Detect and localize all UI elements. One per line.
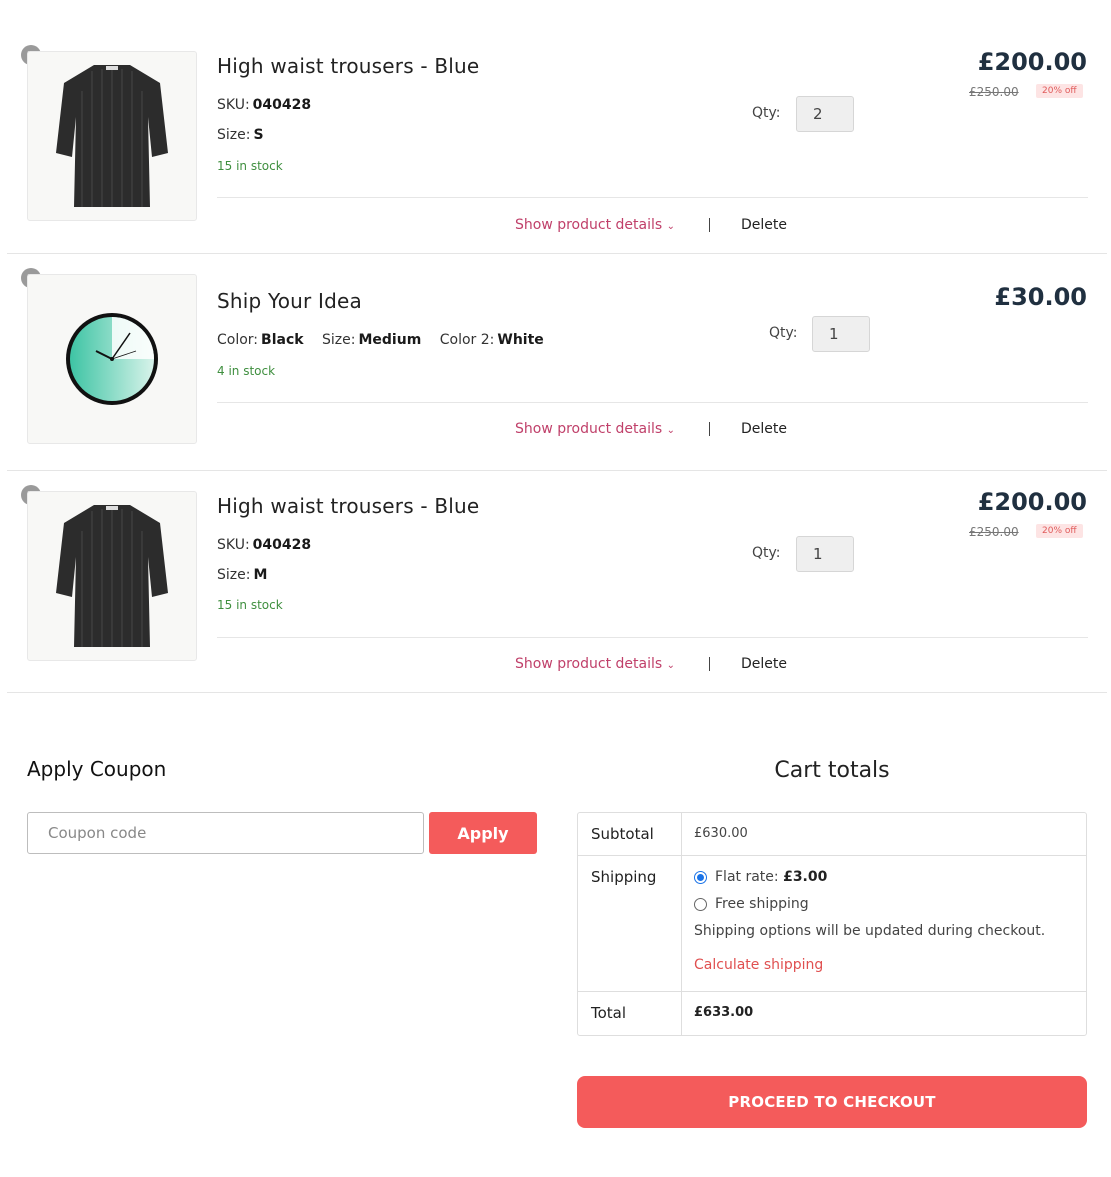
quantity-input[interactable]: 1	[812, 316, 870, 352]
delete-link[interactable]: Delete	[741, 656, 787, 672]
dress-icon	[56, 505, 168, 647]
color2-value: White	[497, 332, 544, 348]
shipping-options: Flat rate: £3.00 Free shipping Shipping …	[682, 856, 1086, 991]
discount-badge: 20% off	[1036, 524, 1083, 538]
coupon-input[interactable]	[27, 812, 424, 854]
product-sku: SKU: 040428	[217, 537, 311, 553]
size-value: S	[253, 127, 264, 143]
flat-rate-radio[interactable]	[694, 870, 707, 884]
item-price: £200.00	[977, 48, 1087, 76]
size-value: Medium	[358, 332, 422, 348]
size-label: Size:	[322, 332, 356, 348]
sku-value: 040428	[252, 537, 312, 553]
size-label: Size:	[217, 127, 251, 143]
product-image[interactable]	[27, 491, 197, 661]
total-row: Total £633.00	[578, 992, 1086, 1035]
flat-rate-value: £3.00	[783, 869, 828, 885]
original-price: £250.00	[969, 85, 1019, 99]
size-attribute: Size: Medium	[322, 332, 421, 348]
shipping-label: Shipping	[578, 856, 682, 991]
item-price: £30.00	[994, 283, 1087, 311]
product-size: Size: M	[217, 567, 267, 583]
chevron-down-icon: ⌄	[666, 660, 676, 671]
qty-label: Qty:	[769, 325, 798, 341]
color2-label: Color 2:	[439, 332, 495, 348]
item-price: £200.00	[977, 488, 1087, 516]
flat-rate-option[interactable]: Flat rate: £3.00	[694, 869, 1074, 885]
stock-status: 15 in stock	[217, 159, 283, 173]
color-attribute: Color: Black	[217, 332, 304, 348]
shipping-row: Shipping Flat rate: £3.00 Free shipping …	[578, 856, 1086, 992]
show-details-link[interactable]: Show product details ⌄	[515, 421, 675, 437]
dress-icon	[56, 65, 168, 207]
show-details-label: Show product details	[515, 421, 663, 437]
product-name[interactable]: High waist trousers - Blue	[217, 54, 479, 78]
chevron-down-icon: ⌄	[666, 425, 676, 436]
color2-attribute: Color 2: White	[440, 332, 544, 348]
subtotal-label: Subtotal	[578, 813, 682, 855]
size-label: Size:	[217, 567, 251, 583]
sku-label: SKU:	[217, 537, 250, 553]
cart-item: ✕ Ship Your Idea Color:Black Size:Medium…	[7, 254, 1107, 471]
cart-totals-table: Subtotal £630.00 Shipping Flat rate: £3.…	[577, 812, 1087, 1036]
product-size: Size: S	[217, 127, 264, 143]
proceed-to-checkout-button[interactable]: PROCEED TO CHECKOUT	[577, 1076, 1087, 1128]
subtotal-value: £630.00	[694, 826, 748, 841]
product-attributes: Color: Black Size: Medium Color 2: White	[217, 332, 558, 348]
quantity-input[interactable]: 2	[796, 96, 854, 132]
quantity-input[interactable]: 1	[796, 536, 854, 572]
calculate-shipping-link[interactable]: Calculate shipping	[694, 957, 1074, 973]
show-details-label: Show product details	[515, 656, 663, 672]
divider	[217, 637, 1088, 638]
original-price: £250.00	[969, 525, 1019, 539]
delete-link[interactable]: Delete	[741, 421, 787, 437]
qty-label: Qty:	[752, 545, 781, 561]
product-name[interactable]: Ship Your Idea	[217, 289, 362, 313]
separator	[709, 422, 710, 436]
divider	[217, 197, 1088, 198]
free-shipping-radio[interactable]	[694, 897, 707, 911]
free-shipping-label: Free shipping	[715, 896, 809, 912]
sku-label: SKU:	[217, 97, 250, 113]
coupon-title: Apply Coupon	[27, 757, 167, 781]
color-value: Black	[261, 332, 304, 348]
cart-item: ✕ High waist trousers - Blue SKU:040428 …	[7, 471, 1107, 693]
total-value: £633.00	[694, 1005, 754, 1020]
cart-totals-title: Cart totals	[774, 758, 890, 783]
show-details-link[interactable]: Show product details ⌄	[515, 217, 675, 233]
stock-status: 4 in stock	[217, 364, 276, 378]
clock-icon	[66, 313, 158, 405]
discount-badge: 20% off	[1036, 84, 1083, 98]
chevron-down-icon: ⌄	[666, 221, 676, 232]
show-details-label: Show product details	[515, 217, 663, 233]
product-image[interactable]	[27, 274, 197, 444]
separator	[709, 218, 710, 232]
size-value: M	[253, 567, 268, 583]
show-details-link[interactable]: Show product details ⌄	[515, 656, 675, 672]
sku-value: 040428	[252, 97, 312, 113]
cart-item: ✕ High waist trousers - Blue SKU:040428 …	[7, 40, 1107, 254]
product-image[interactable]	[27, 51, 197, 221]
free-shipping-option[interactable]: Free shipping	[694, 896, 1074, 912]
delete-link[interactable]: Delete	[741, 217, 787, 233]
apply-coupon-button[interactable]: Apply	[429, 812, 537, 854]
separator	[709, 657, 710, 671]
shipping-note: Shipping options will be updated during …	[694, 923, 1046, 939]
stock-status: 15 in stock	[217, 598, 283, 612]
product-sku: SKU: 040428	[217, 97, 311, 113]
flat-rate-label: Flat rate:	[715, 869, 779, 885]
color-label: Color:	[217, 332, 259, 348]
product-name[interactable]: High waist trousers - Blue	[217, 494, 479, 518]
divider	[217, 402, 1088, 403]
total-label: Total	[578, 992, 682, 1035]
subtotal-row: Subtotal £630.00	[578, 813, 1086, 856]
qty-label: Qty:	[752, 105, 781, 121]
